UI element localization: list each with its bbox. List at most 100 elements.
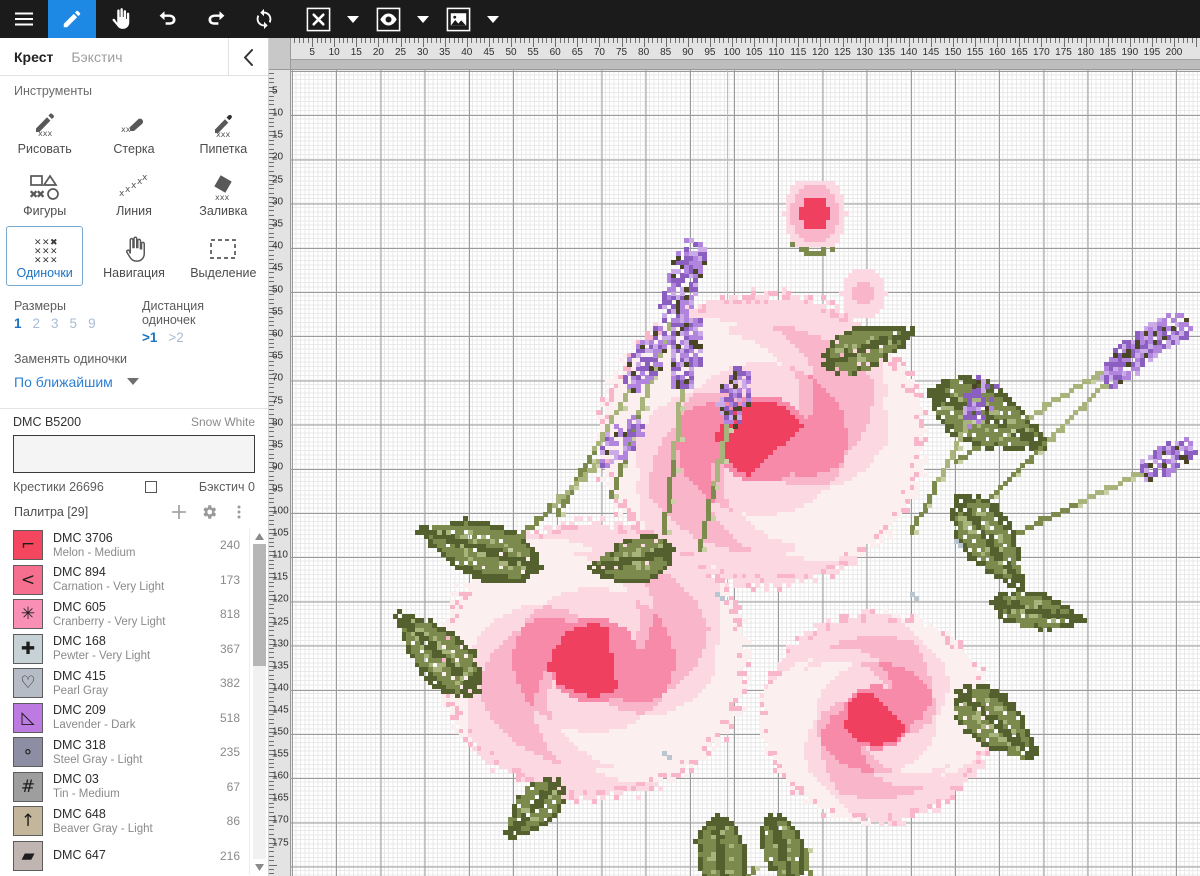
ruler-tick — [1090, 38, 1092, 43]
size-option-5[interactable]: 5 — [70, 316, 78, 331]
scrollbar-track[interactable] — [252, 544, 266, 859]
tool-shapes[interactable]: ✖ ✖ Фигуры — [6, 164, 83, 224]
ruler-left[interactable]: 5 10 15 20 25 30 35 40 45 50 55 60 65 70 75 80 85 90 95 100… — [269, 70, 291, 876]
ruler-tick — [269, 391, 274, 393]
palette-row[interactable]: ∘ DMC 318 Steel Gray - Light 235 — [0, 735, 249, 770]
tool-navigation[interactable]: Навигация — [95, 226, 172, 286]
ruler-tick — [312, 38, 314, 47]
ruler-tick — [639, 38, 641, 43]
scrollbar-thumb[interactable] — [252, 544, 266, 666]
ruler-tick — [546, 38, 548, 43]
ruler-tick — [269, 678, 274, 680]
ruler-tick — [833, 38, 835, 43]
ruler-tick — [1063, 38, 1065, 47]
size-option-9[interactable]: 9 — [88, 316, 96, 331]
ruler-tick — [356, 38, 358, 47]
ruler-tick — [269, 873, 274, 875]
tool-eyedropper[interactable]: xxx Пипетка — [185, 102, 262, 162]
tool-line[interactable]: x x x x x Линия — [95, 164, 172, 224]
palette-settings-button[interactable] — [194, 503, 224, 521]
ruler-tick — [612, 38, 614, 43]
ruler-tick — [594, 38, 596, 43]
ruler-label: 170 — [1033, 47, 1050, 58]
distance-options: >1 >2 — [142, 330, 254, 345]
ruler-tick — [1050, 38, 1052, 43]
palette-row[interactable]: ✳ DMC 605 Cranberry - Very Light 818 — [0, 597, 249, 632]
size-option-3[interactable]: 3 — [51, 316, 59, 331]
palette-more-button[interactable] — [224, 503, 254, 521]
close-symbol-button[interactable] — [294, 0, 342, 38]
add-color-button[interactable] — [164, 503, 194, 521]
ruler-tick — [599, 38, 601, 47]
close-symbol-dropdown[interactable] — [342, 0, 364, 38]
tool-selection[interactable]: Выделение — [185, 226, 262, 286]
palette-row[interactable]: < DMC 894 Carnation - Very Light 173 — [0, 563, 249, 598]
ruler-tick — [269, 502, 274, 504]
ruler-tick — [449, 38, 451, 43]
palette-row[interactable]: # DMC 03 Tin - Medium 67 — [0, 770, 249, 805]
tab-backstitch[interactable]: Бэкстич — [71, 49, 122, 65]
undo-button[interactable] — [144, 0, 192, 38]
pencil-tool-button[interactable] — [48, 0, 96, 38]
backstitch-checkbox[interactable] — [145, 481, 158, 493]
image-dropdown[interactable] — [482, 0, 504, 38]
ruler-tick — [269, 343, 274, 345]
palette-color-code: DMC 415 — [53, 668, 106, 683]
tool-fill[interactable]: xxx Заливка — [185, 164, 262, 224]
size-option-2[interactable]: 2 — [33, 316, 41, 331]
ruler-tick — [269, 590, 274, 592]
tool-eraser[interactable]: xx Стерка — [95, 102, 172, 162]
collapse-panel-button[interactable] — [228, 38, 268, 76]
distance-option-gt2[interactable]: >2 — [168, 330, 183, 345]
distance-option-gt1[interactable]: >1 — [142, 330, 157, 345]
current-color-swatch[interactable] — [13, 435, 255, 473]
ruler-tick — [329, 38, 331, 43]
redo-button[interactable] — [192, 0, 240, 38]
tool-draw[interactable]: xxx Рисовать — [6, 102, 83, 162]
ruler-tick — [475, 38, 477, 43]
replace-mode-select[interactable]: По ближайшим — [0, 366, 268, 400]
chevron-down-icon — [126, 373, 139, 391]
ruler-label: 50 — [505, 47, 517, 58]
image-button[interactable] — [434, 0, 482, 38]
palette-row[interactable]: ✚ DMC 168 Pewter - Very Light 367 — [0, 632, 249, 667]
palette-color-name: Pewter - Very Light — [53, 650, 151, 663]
tool-singles[interactable]: ✕ ✕ ✖ ✕ ✕ ✕ ✕ ✕ ✕ Одиночки — [6, 226, 84, 286]
ruler-tick — [303, 38, 305, 43]
pattern-canvas[interactable] — [291, 70, 1200, 876]
palette-row-text: DMC 03 Tin - Medium — [43, 772, 227, 801]
palette-scrollbar[interactable] — [249, 528, 268, 875]
palette-row[interactable]: ♡ DMC 415 Pearl Gray 382 — [0, 666, 249, 701]
palette-color-code: DMC 209 — [53, 703, 106, 718]
ruler-top[interactable]: 5 10 15 20 25 30 35 40 45 50 55 60 65 70 75 80 85 90 95 100… — [291, 38, 1200, 70]
hamburger-icon — [15, 12, 33, 26]
corner-symbol: ⌐ — [13, 530, 43, 561]
undo-arrow-icon — [159, 11, 176, 25]
palette-row[interactable]: ◺ DMC 209 Lavender - Dark 518 — [0, 701, 249, 736]
palette-row[interactable]: ▰ DMC 647 216 — [0, 839, 249, 874]
ruler-tick — [939, 38, 941, 43]
scroll-down-button[interactable] — [254, 859, 264, 875]
less-than-symbol: < — [13, 564, 43, 595]
menu-button[interactable] — [0, 0, 48, 38]
palette-row[interactable]: ↑ DMC 648 Beaver Gray - Light 86 — [0, 804, 249, 839]
visibility-button[interactable] — [364, 0, 412, 38]
refresh-button[interactable] — [240, 0, 288, 38]
visibility-dropdown[interactable] — [412, 0, 434, 38]
size-option-1[interactable]: 1 — [14, 316, 22, 331]
ruler-tick — [360, 38, 362, 43]
ruler-tick — [1107, 38, 1109, 47]
palette-list-wrap: ⌐ DMC 3706 Melon - Medium 240 < DMC 894 Carnat… — [0, 528, 268, 875]
palette-row[interactable]: ⌐ DMC 3706 Melon - Medium 240 — [0, 528, 249, 563]
pan-tool-button[interactable] — [96, 0, 144, 38]
ruler-tick — [269, 77, 274, 79]
ruler-tick — [1098, 38, 1100, 43]
ruler-tick — [740, 38, 742, 43]
tab-cross[interactable]: Крест — [14, 49, 53, 65]
scroll-up-button[interactable] — [254, 528, 264, 544]
ruler-tick — [269, 718, 274, 720]
ruler-tick — [493, 38, 495, 43]
hash-symbol: # — [13, 771, 43, 802]
ruler-tick — [820, 38, 822, 47]
ruler-label: 40 — [272, 240, 284, 252]
